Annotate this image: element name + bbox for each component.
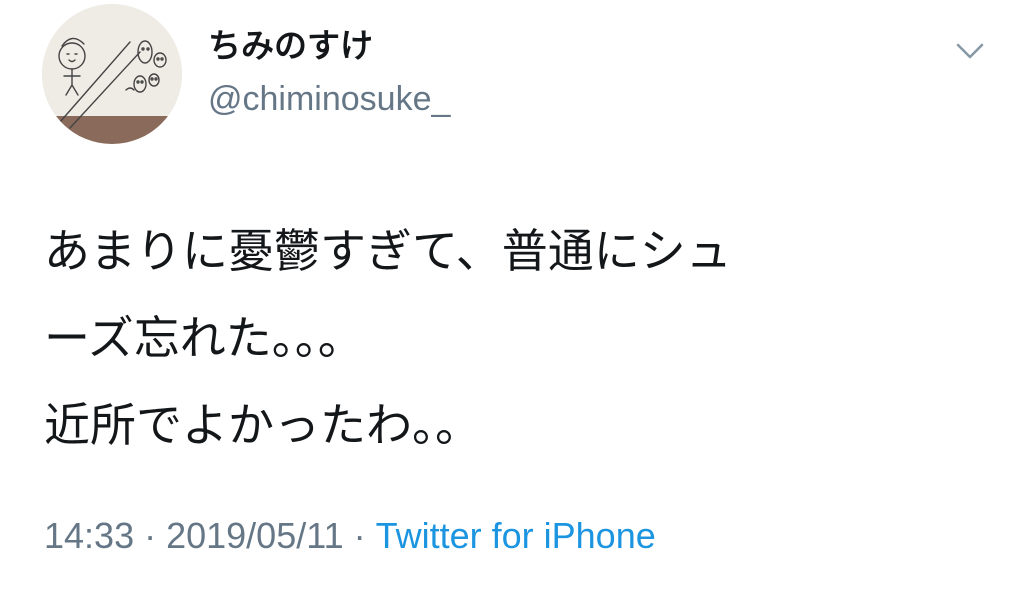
avatar-sketch-illustration	[42, 4, 182, 144]
tweet-time[interactable]: 14:33	[44, 515, 134, 556]
tweet-metadata: 14:33 · 2019/05/11 · Twitter for iPhone	[44, 512, 656, 560]
meta-separator: ·	[144, 515, 157, 556]
display-name[interactable]: ちみのすけ	[208, 26, 373, 66]
tweet-text-line: あまりに憂鬱すぎて、普通にシュ	[44, 224, 732, 278]
tweet-source-link[interactable]: Twitter for iPhone	[376, 515, 656, 556]
tweet-date[interactable]: 2019/05/11	[166, 515, 344, 556]
avatar[interactable]	[42, 4, 182, 144]
chevron-down-icon[interactable]	[950, 36, 990, 66]
tweet-text: あまりに憂鬱すぎて、普通にシュ ーズ忘れた。。。 近所でよかったわ。。	[44, 208, 984, 469]
tweet-card: ちみのすけ @chiminosuke_ あまりに憂鬱すぎて、普通にシュ ーズ忘れ…	[0, 0, 1024, 596]
meta-separator: ·	[353, 515, 366, 556]
user-handle[interactable]: @chiminosuke_	[208, 78, 450, 120]
tweet-text-line: 近所でよかったわ。。	[44, 398, 481, 452]
tweet-text-line: ーズ忘れた。。。	[44, 311, 364, 365]
